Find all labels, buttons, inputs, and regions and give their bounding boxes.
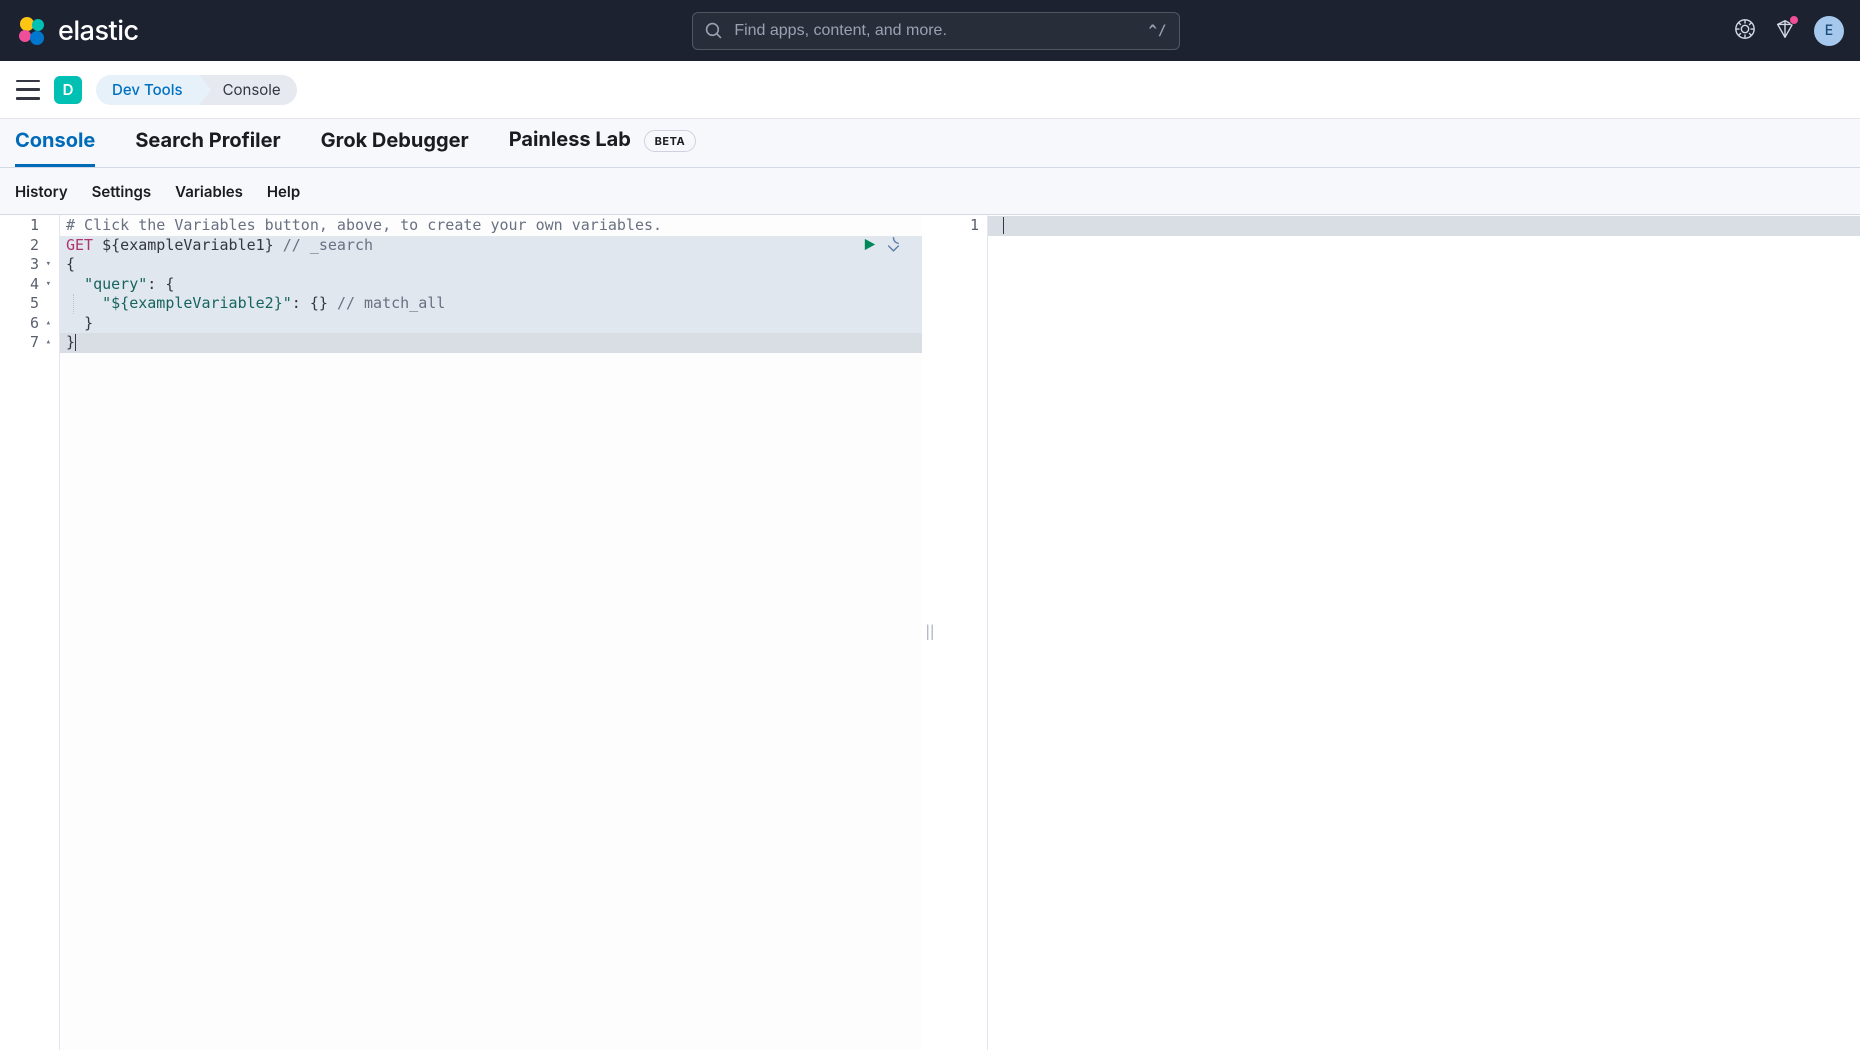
tab-search-profiler[interactable]: Search Profiler	[135, 128, 280, 167]
space-initial: D	[63, 80, 74, 99]
sub-tab-history[interactable]: History	[15, 182, 68, 201]
line-number: 3	[30, 255, 39, 275]
app-header: elastic ^/ E	[0, 0, 1860, 61]
line-number: 4	[30, 275, 39, 295]
cursor	[1003, 217, 1004, 234]
code-comment: // match_all	[337, 294, 445, 312]
global-search[interactable]: ^/	[692, 12, 1180, 50]
breadcrumb-dev-tools[interactable]: Dev Tools	[96, 75, 199, 105]
response-gutter: 1	[938, 215, 988, 1050]
tab-console[interactable]: Console	[15, 128, 95, 167]
search-icon	[705, 22, 722, 39]
beta-badge: BETA	[644, 130, 697, 152]
fold-arrow-icon[interactable]: ▾	[43, 275, 51, 295]
code-method: GET	[66, 236, 93, 254]
nav-toggle-icon[interactable]	[16, 80, 40, 100]
breadcrumb: Dev Tools Console	[96, 75, 297, 105]
code-punct: : {}	[292, 294, 337, 312]
send-request-button[interactable]	[862, 236, 877, 257]
tab-grok-debugger[interactable]: Grok Debugger	[321, 128, 469, 167]
line-number: 1	[970, 216, 979, 236]
sub-header: D Dev Tools Console	[0, 61, 1860, 119]
space-selector[interactable]: D	[54, 76, 82, 104]
search-input[interactable]	[734, 22, 1136, 40]
response-code[interactable]	[988, 215, 1860, 1050]
search-shortcut-hint: ^/	[1148, 23, 1167, 39]
user-avatar[interactable]: E	[1814, 16, 1844, 46]
sub-tab-help[interactable]: Help	[267, 182, 300, 201]
console-sub-tabs: History Settings Variables Help	[0, 168, 1860, 215]
request-gutter: 1 2 3▾ 4▾ 5 6▴ 7▴	[0, 215, 60, 1050]
brand-text: elastic	[58, 14, 139, 47]
sub-tab-variables[interactable]: Variables	[175, 182, 243, 201]
code-punct: : {	[147, 275, 174, 293]
line-number: 5	[30, 294, 39, 314]
line-number: 6	[30, 314, 39, 334]
main-tabs: Console Search Profiler Grok Debugger Pa…	[0, 119, 1860, 168]
help-icon[interactable]	[1734, 18, 1756, 44]
newsfeed-icon[interactable]	[1774, 18, 1796, 44]
tab-painless-lab-label: Painless Lab	[509, 127, 631, 151]
code-key: "${exampleVariable2}"	[102, 294, 292, 312]
pane-divider[interactable]: ||	[922, 215, 938, 1050]
code-comment: # Click the Variables button, above, to …	[66, 216, 662, 234]
line-number: 1	[30, 216, 39, 236]
request-options-icon[interactable]	[885, 236, 902, 257]
code-brace: {	[66, 255, 75, 273]
line-number: 7	[30, 333, 39, 353]
sub-tab-settings[interactable]: Settings	[92, 182, 151, 201]
code-brace: }	[66, 333, 75, 351]
line-number: 2	[30, 236, 39, 256]
tab-painless-lab[interactable]: Painless Lab BETA	[509, 127, 696, 167]
fold-arrow-icon[interactable]: ▾	[43, 255, 51, 275]
request-code[interactable]: # Click the Variables button, above, to …	[60, 215, 922, 1050]
code-comment: // _search	[283, 236, 373, 254]
code-brace: }	[84, 314, 93, 332]
notification-badge	[1789, 15, 1799, 25]
brand-logo[interactable]: elastic	[16, 14, 139, 47]
request-editor[interactable]: 1 2 3▾ 4▾ 5 6▴ 7▴ # Click the Variables …	[0, 215, 922, 1050]
fold-arrow-icon[interactable]: ▴	[43, 333, 51, 353]
code-key: "query"	[84, 275, 147, 293]
elastic-logo-icon	[16, 15, 48, 47]
fold-arrow-icon[interactable]: ▴	[43, 314, 51, 334]
breadcrumb-console: Console	[199, 75, 297, 105]
code-path: ${exampleVariable1}	[93, 236, 283, 254]
cursor	[75, 334, 76, 351]
avatar-initial: E	[1825, 22, 1833, 39]
response-pane: 1	[938, 215, 1860, 1050]
editor-area: 1 2 3▾ 4▾ 5 6▴ 7▴ # Click the Variables …	[0, 215, 1860, 1050]
